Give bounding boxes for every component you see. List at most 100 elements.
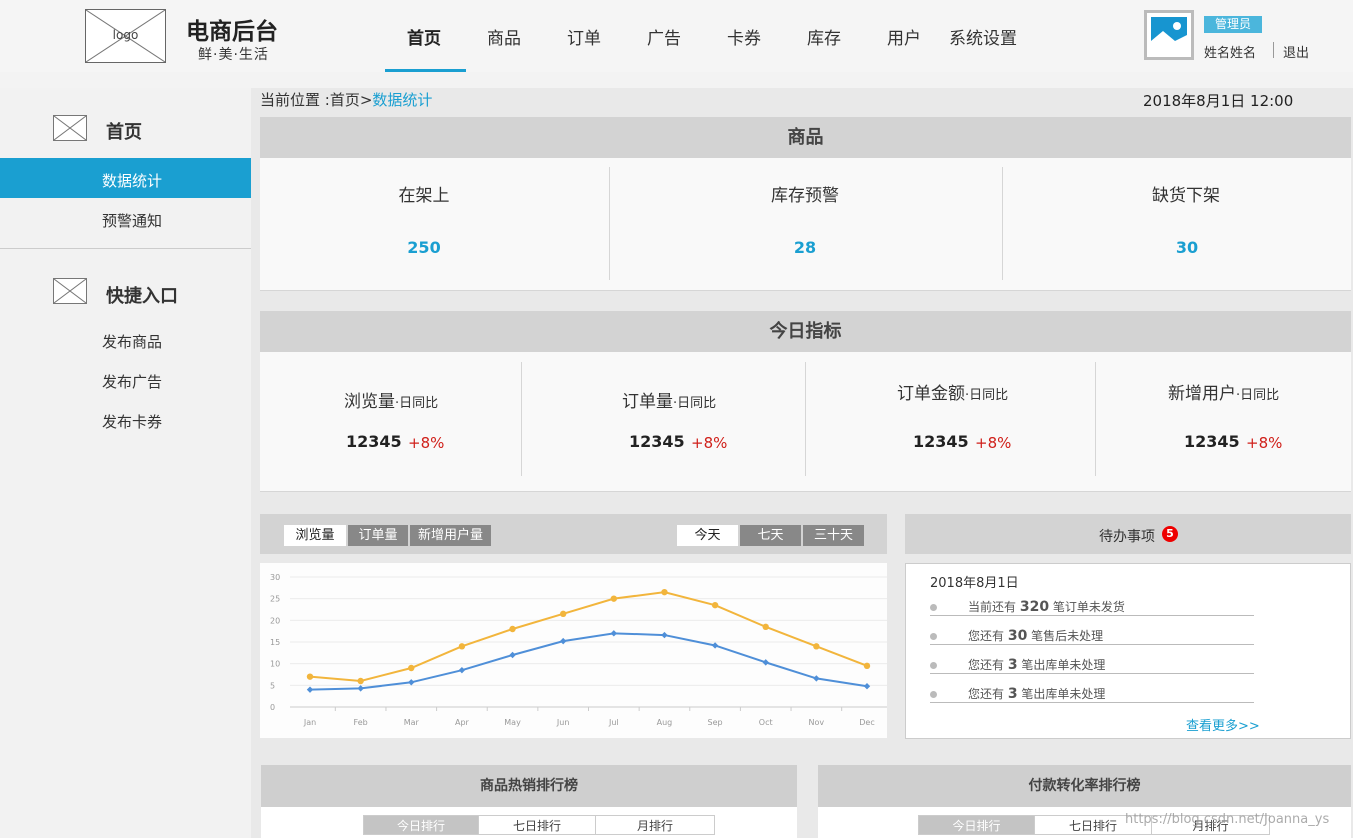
divider [930,702,1254,703]
y-tick-label: 20 [270,616,280,625]
brand-subtitle: 鲜·美·生活 [198,47,269,63]
metric-amount-value: 12345 [913,432,969,451]
data-point [559,610,567,618]
y-tick-label: 25 [270,595,280,604]
metric-views-label: 浏览量·日同比 [344,392,439,412]
data-point [711,601,719,609]
tab-today[interactable]: 今天 [677,525,738,546]
stat-out-of-stock-value[interactable]: 30 [1087,238,1287,257]
divider [930,673,1254,674]
rank-tab-today[interactable]: 今日排行 [918,815,1035,835]
view-more-link[interactable]: 查看更多>> [1186,715,1260,734]
line-chart-svg: 0 5 10 15 20 25 30 Jan Feb Mar Apr May Jun Jul Aug Sep O… [270,573,887,727]
metric-views-change: +8% [408,434,445,452]
stat-stock-warning-value[interactable]: 28 [705,238,905,257]
data-point [509,651,516,659]
nav-settings[interactable]: 系统设置 [949,24,1017,49]
y-tick-label: 5 [270,681,275,690]
y-tick-label: 10 [270,660,280,669]
rank-tab-seven-days[interactable]: 七日排行 [478,815,596,835]
data-point [408,664,415,672]
y-tick-label: 15 [270,638,280,647]
todo-item[interactable]: 当前还有 320 笔订单未发货 [968,598,1125,615]
nav-orders[interactable]: 订单 [567,24,601,49]
conversion-rank-title: 付款转化率排行榜 [818,765,1351,807]
user-name: 姓名姓名 [1204,46,1257,61]
data-point [458,643,466,650]
data-point [661,588,668,596]
sidebar-item-publish-goods[interactable]: 发布商品 [102,331,162,352]
bullet-icon [930,662,937,669]
data-point [610,630,618,637]
data-point [813,675,820,682]
sidebar [0,88,251,838]
tab-seven-days[interactable]: 七天 [740,525,801,546]
todo-date: 2018年8月1日 [930,576,1019,591]
metric-orders-value: 12345 [629,432,685,451]
nav-home[interactable]: 首页 [407,24,441,49]
shortcut-section-icon [53,278,87,304]
divider [805,362,806,476]
metric-views-value: 12345 [346,432,402,451]
todo-item[interactable]: 您还有 30 笔售后未处理 [968,627,1103,644]
data-point [306,673,314,680]
brand-title: 电商后台 [186,19,278,45]
bullet-icon [930,691,937,698]
line-chart: 0 5 10 15 20 25 30 Jan Feb Mar Apr May Jun Jul Aug Sep O… [260,563,887,738]
sidebar-item-data-stats[interactable]: 数据统计 [102,170,162,191]
breadcrumb-home[interactable]: 首页 [330,91,360,109]
y-tick-label: 0 [270,703,275,712]
divider [521,362,522,476]
x-tick-label: May [504,718,521,727]
x-tick-label: Nov [809,718,825,727]
nav-ads[interactable]: 广告 [647,24,681,49]
data-point [661,631,668,639]
todo-count-badge: 5 [1162,526,1178,542]
rank-tab-today[interactable]: 今日排行 [363,815,479,835]
metric-orders-change: +8% [691,434,728,452]
x-tick-label: Aug [657,718,673,727]
data-point [306,686,314,693]
x-tick-label: Oct [759,718,773,727]
todo-item[interactable]: 您还有 3 笔出库单未处理 [968,685,1105,702]
metric-new-users-label: 新增用户·日同比 [1168,384,1280,404]
todo-item[interactable]: 您还有 3 笔出库单未处理 [968,656,1105,673]
nav-users[interactable]: 用户 [887,24,921,49]
nav-goods[interactable]: 商品 [487,24,521,49]
today-metrics-title: 今日指标 [260,311,1351,352]
data-point [559,637,567,645]
todo-title: 待办事项 [1099,529,1155,545]
breadcrumb-current: 数据统计 [372,91,433,109]
divider [1002,167,1003,280]
home-section-icon [53,115,87,141]
logout-link[interactable]: 退出 [1283,42,1309,61]
stat-on-shelf-label: 在架上 [398,186,450,206]
data-point [458,666,466,674]
goods-panel-title: 商品 [260,117,1351,158]
sidebar-item-publish-ad[interactable]: 发布广告 [102,371,162,392]
sidebar-item-alerts[interactable]: 预警通知 [102,210,162,231]
nav-coupons[interactable]: 卡券 [727,24,761,49]
avatar[interactable] [1144,10,1194,60]
tab-thirty-days[interactable]: 三十天 [803,525,864,546]
metric-new-users-value: 12345 [1184,432,1240,451]
tab-orders[interactable]: 订单量 [348,525,408,546]
image-placeholder-icon [1151,17,1187,53]
sidebar-item-publish-coupon[interactable]: 发布卡券 [102,411,162,432]
rank-tab-month[interactable]: 月排行 [595,815,715,835]
metric-orders-label: 订单量·日同比 [622,392,717,412]
tab-new-users[interactable]: 新增用户量 [410,525,491,546]
tab-views[interactable]: 浏览量 [284,525,346,546]
breadcrumb: 当前位置 :首页>数据统计 [260,89,432,110]
divider [609,167,610,280]
divider [930,644,1254,645]
data-point [813,643,820,650]
divider [1273,42,1274,58]
stat-on-shelf-value[interactable]: 250 [324,238,524,257]
data-point [711,642,719,649]
watermark: https://blog.csdn.net/Joanna_ys [1125,812,1330,827]
breadcrumb-separator: > [359,91,373,109]
data-point [863,683,871,690]
bullet-icon [930,633,937,640]
nav-inventory[interactable]: 库存 [807,24,841,49]
